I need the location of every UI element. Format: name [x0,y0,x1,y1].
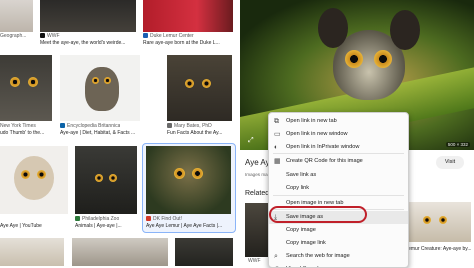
ear-right [390,10,420,50]
related-label: Related [245,190,270,197]
eye [104,77,111,84]
ear-left [318,8,348,48]
menu-item-copy-link[interactable]: Copy link [269,182,408,195]
menu-item-copy-image-link[interactable]: Copy image link [269,237,408,250]
result-thumb[interactable] [60,55,140,121]
new-window-icon: ▭ [274,130,281,138]
result-thumb[interactable] [0,146,68,214]
eye [192,168,203,179]
eye [109,174,117,182]
result-thumb[interactable] [0,0,33,32]
result-title[interactable]: Aye Aye | YouTube [0,223,68,230]
qr-code-icon: ▦ [274,158,281,165]
eye [174,168,185,179]
menu-item-open-link-in-inprivate-window[interactable]: ◐ Open link in InPrivate window [269,141,408,154]
eye [37,170,46,179]
menu-item-label: Open link in new tab [286,118,337,124]
animal-shape [14,156,54,200]
eye [202,79,211,88]
result-source: New York Times [0,123,36,129]
result-thumb[interactable] [167,55,232,121]
image-size-label: 500 × 332 [445,142,470,147]
eye [28,77,38,87]
result-title[interactable]: Meet the aye-aye, the world's weirde... [40,40,136,47]
result-thumb[interactable] [40,0,136,32]
eye [423,216,431,224]
search-web-icon: ⌕ [274,252,278,260]
result-source: WWF [248,258,261,264]
result-title[interactable]: Rare aye-aye born at the Duke L... [143,40,233,47]
result-thumb[interactable] [143,0,233,32]
result-source: Encyclopedia Britannica [60,123,120,130]
result-title[interactable]: udo Thumb' to the... [0,130,52,137]
menu-item-create-qr-code-for-this-image[interactable]: ▦ Create QR Code for this image [269,155,408,168]
eye [92,77,99,84]
menu-item-label: Open link in new window [286,130,348,137]
visit-button[interactable]: Visit [436,156,464,169]
result-thumb[interactable] [0,55,52,121]
result-source: WWF [40,33,60,40]
eye [185,79,194,88]
result-thumb[interactable] [146,146,231,214]
eye [345,50,363,68]
eye [95,174,103,182]
menu-item-search-the-web-for-image[interactable]: ⌕ Search the web for image [269,250,408,263]
result-source: Philadelphia Zoo [75,216,119,223]
result-thumb[interactable] [0,238,64,266]
menu-item-copy-image[interactable]: Copy image [269,224,408,237]
inprivate-icon: ◐ [274,143,279,151]
result-thumb[interactable] [175,238,233,266]
related-caption[interactable]: lemur Creature: Aye-aye by... [407,246,471,253]
animal-shape [85,67,119,111]
result-thumb[interactable] [72,238,168,266]
eye [10,77,20,87]
new-tab-icon: ⧉ [274,118,279,125]
menu-item-label: Copy link [286,185,310,192]
menu-item-save-link-as[interactable]: Save link as [269,169,408,182]
menu-item-open-link-in-new-window[interactable]: ▭ Open link in new window [269,128,408,141]
result-title[interactable]: Fun Facts About the Ay... [167,130,232,137]
result-source: Geograph... [0,33,27,39]
menu-item-label: Save link as [286,172,317,179]
result-title[interactable]: Aye Aye Lemur | Aye Aye Facts |... [146,223,232,230]
eye [374,50,392,68]
menu-item-open-link-in-new-tab[interactable]: ⧉ Open link in new tab [269,115,408,128]
eye [439,216,447,224]
related-thumb[interactable] [407,202,471,242]
menu-item-label: Search the web for image [286,252,350,259]
menu-item-label: Open link in InPrivate window [286,143,360,150]
result-title[interactable]: Aye-aye | Diet, Habitat, & Facts ... [60,130,140,137]
menu-item-label: Copy image link [286,239,326,246]
context-menu: ⧉ Open link in new tab ▭ Open link in new w… [268,112,409,268]
highlight-ring [269,206,367,223]
preview-subtitle: Images ma [245,172,268,177]
menu-separator [273,195,404,196]
eye [21,170,30,179]
result-thumb[interactable] [75,146,137,214]
menu-item-label: Create QR Code for this image [286,158,363,164]
result-source: Mary Bates, PhD [167,123,212,130]
result-title[interactable]: Animals | Aye-aye |... [75,223,137,230]
result-source: DK Find Out! [146,216,182,223]
menu-item-label: Copy image [286,227,316,233]
expand-icon[interactable]: ⤢ [248,137,255,144]
result-source: Duke Lemur Center [143,33,194,40]
